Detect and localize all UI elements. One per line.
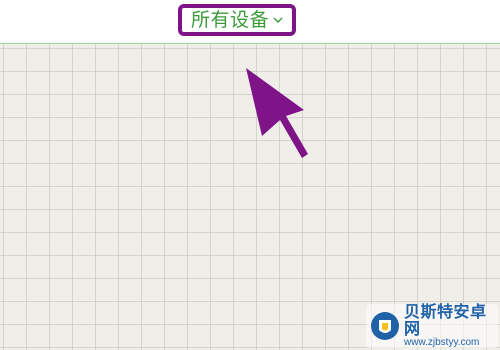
app-screen: 所有设备 贝斯特安卓网 www.zjbstyy.com [0, 0, 500, 350]
chevron-down-icon [273, 17, 283, 23]
device-selector-dropdown[interactable]: 所有设备 [178, 4, 296, 36]
device-selector-label: 所有设备 [190, 8, 269, 31]
site-watermark: 贝斯特安卓网 www.zjbstyy.com [366, 301, 498, 348]
pointer-arrow-icon [246, 68, 308, 158]
top-bar: 所有设备 [0, 0, 500, 44]
watermark-url: www.zjbstyy.com [404, 336, 480, 348]
watermark-text: 贝斯特安卓网 www.zjbstyy.com [404, 301, 494, 348]
phone-shield-logo-icon [371, 312, 399, 340]
watermark-title: 贝斯特安卓网 [404, 301, 487, 338]
